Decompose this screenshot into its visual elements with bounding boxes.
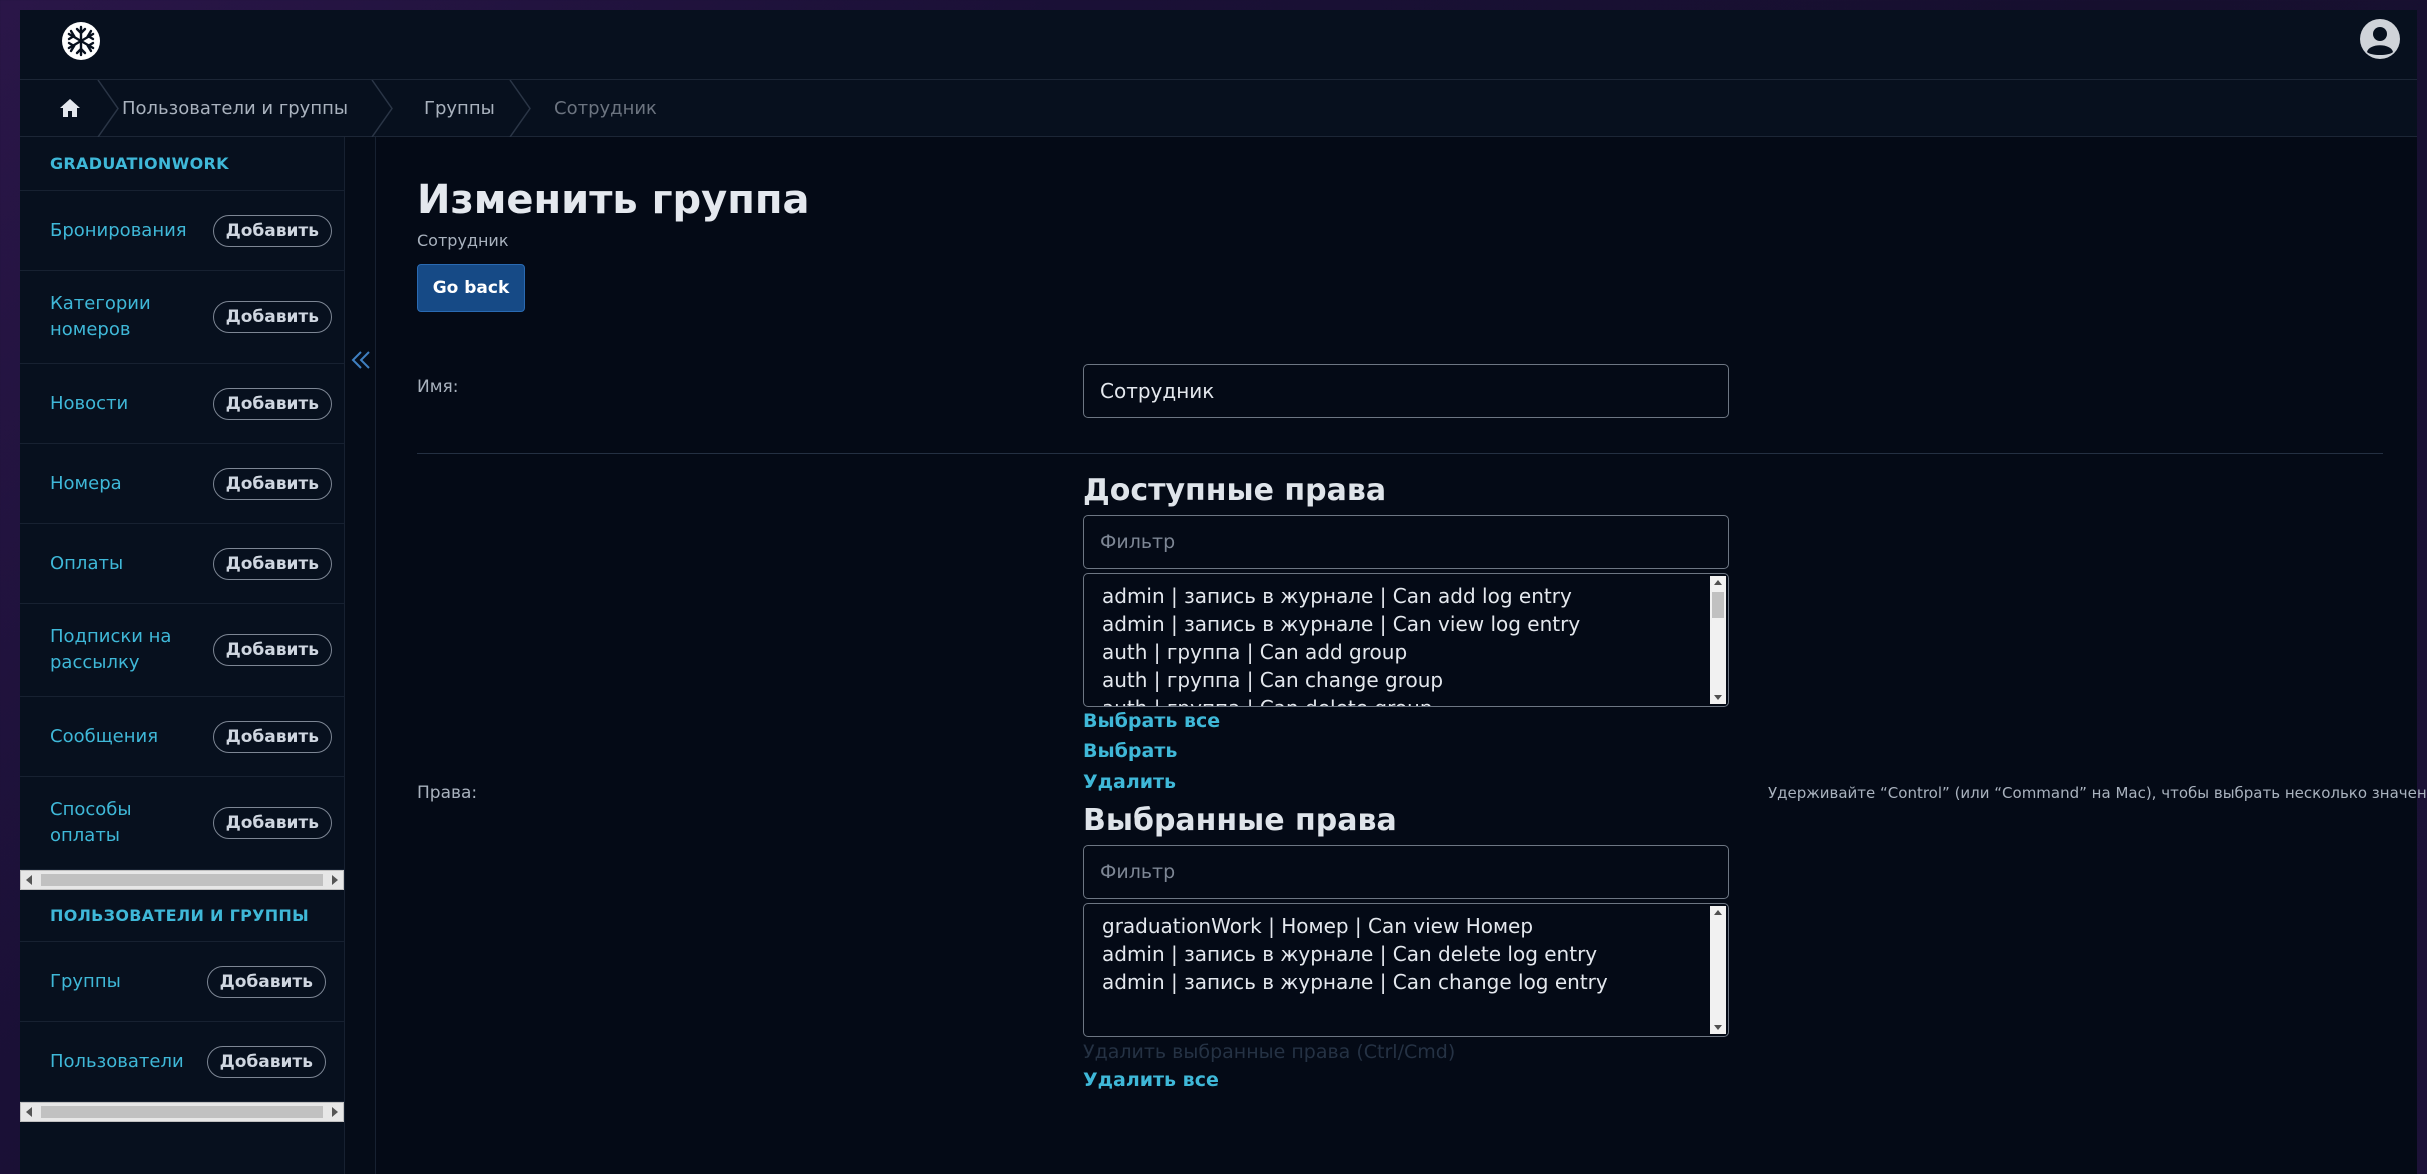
sidebar-item-label[interactable]: Сообщения <box>50 724 158 750</box>
double-chevron-left-icon[interactable] <box>350 349 372 371</box>
breadcrumb-label: Сотрудник <box>554 97 657 119</box>
scroll-right-arrow-icon[interactable] <box>332 875 338 885</box>
scrollbar-thumb[interactable] <box>41 874 323 886</box>
app-window: Пользователи и группы Группы Сотрудник G… <box>20 10 2427 1174</box>
breadcrumb-label: Группы <box>424 97 495 119</box>
available-permissions-list[interactable]: admin | запись в журнале | Can add log e… <box>1083 573 1729 707</box>
sidebar-item-label[interactable]: Подписки на рассылку <box>50 624 200 676</box>
list-item[interactable]: admin | запись в журнале | Can view log … <box>1084 610 1728 638</box>
scroll-up-arrow-icon[interactable] <box>1714 580 1722 585</box>
sidebar-horizontal-scrollbar[interactable] <box>20 870 344 890</box>
sidebar-item-users[interactable]: Пользователи Добавить <box>20 1022 344 1102</box>
breadcrumb-users-groups[interactable]: Пользователи и группы <box>120 79 394 137</box>
breadcrumb-separator <box>97 79 119 137</box>
breadcrumb-separator <box>371 79 393 137</box>
remove-link[interactable]: Удалить <box>1083 771 1176 793</box>
sidebar-item-room-categories[interactable]: Категории номеров Добавить <box>20 271 344 364</box>
scroll-left-arrow-icon[interactable] <box>26 875 32 885</box>
sidebar-item-messages[interactable]: Сообщения Добавить <box>20 697 344 777</box>
sidebar-section-title[interactable]: ПОЛЬЗОВАТЕЛИ И ГРУППЫ <box>20 890 344 942</box>
scroll-left-arrow-icon[interactable] <box>26 1107 32 1117</box>
add-button[interactable]: Добавить <box>206 1045 326 1078</box>
add-button[interactable]: Добавить <box>212 387 332 420</box>
chosen-filter-input[interactable] <box>1083 845 1729 899</box>
scroll-right-arrow-icon[interactable] <box>332 1107 338 1117</box>
chosen-hint-text: Удалить выбранные права (Ctrl/Cmd) <box>1083 1041 1456 1063</box>
add-button[interactable]: Добавить <box>212 547 332 580</box>
scroll-up-arrow-icon[interactable] <box>1714 910 1722 915</box>
add-button[interactable]: Добавить <box>212 301 332 333</box>
breadcrumb-current: Сотрудник <box>532 80 697 137</box>
sidebar-item-groups[interactable]: Группы Добавить <box>20 942 344 1022</box>
add-button[interactable]: Добавить <box>212 214 332 247</box>
home-icon <box>60 99 80 117</box>
top-bar <box>20 10 2417 80</box>
sidebar-section-title[interactable]: GRADUATIONWORK <box>20 137 344 191</box>
vertical-scrollbar[interactable] <box>1710 906 1726 1034</box>
list-item[interactable]: graduationWork | Номер | Can view Номер <box>1084 912 1728 940</box>
sidebar-item-label[interactable]: Категории номеров <box>50 291 200 343</box>
list-item[interactable]: auth | группа | Can delete group <box>1084 694 1728 706</box>
name-label: Имя: <box>417 377 459 397</box>
sidebar-item-label[interactable]: Номера <box>50 471 122 497</box>
scrollbar-thumb[interactable] <box>41 1106 323 1118</box>
add-button[interactable]: Добавить <box>212 807 332 839</box>
sidebar-item-label[interactable]: Новости <box>50 391 128 417</box>
breadcrumb-label: Пользователи и группы <box>122 97 349 119</box>
user-account-icon[interactable] <box>2359 18 2401 60</box>
list-item[interactable]: admin | запись в журнале | Can add log e… <box>1084 582 1728 610</box>
breadcrumb-home[interactable] <box>20 79 120 137</box>
permissions-label: Права: <box>417 783 478 803</box>
add-button[interactable]: Добавить <box>212 467 332 500</box>
snowflake-logo-icon[interactable] <box>60 20 102 62</box>
sidebar-item-label[interactable]: Оплаты <box>50 551 123 577</box>
scroll-down-arrow-icon[interactable] <box>1714 1025 1722 1030</box>
breadcrumb-groups[interactable]: Группы <box>394 79 532 137</box>
sidebar-item-rooms[interactable]: Номера Добавить <box>20 444 344 524</box>
scroll-down-arrow-icon[interactable] <box>1714 695 1722 700</box>
sidebar-item-bookings[interactable]: Бронирования Добавить <box>20 191 344 271</box>
sidebar-item-label[interactable]: Группы <box>50 969 121 995</box>
page-subtitle: Сотрудник <box>417 231 509 250</box>
list-item[interactable]: auth | группа | Can change group <box>1084 666 1728 694</box>
select-all-link[interactable]: Выбрать все <box>1083 710 1220 732</box>
sidebar-item-news[interactable]: Новости Добавить <box>20 364 344 444</box>
vertical-scrollbar[interactable] <box>1710 576 1726 704</box>
sidebar-item-label[interactable]: Пользователи <box>50 1049 184 1075</box>
list-item[interactable]: auth | группа | Can add group <box>1084 638 1728 666</box>
sidebar-item-payments[interactable]: Оплаты Добавить <box>20 524 344 604</box>
sidebar-item-label[interactable]: Бронирования <box>50 218 187 244</box>
choose-link[interactable]: Выбрать <box>1083 740 1177 762</box>
sidebar-horizontal-scrollbar[interactable] <box>20 1102 344 1122</box>
add-button[interactable]: Добавить <box>212 634 332 666</box>
page-title: Изменить группа <box>417 177 810 223</box>
breadcrumb: Пользователи и группы Группы Сотрудник <box>20 79 2417 137</box>
form-divider <box>417 453 2383 454</box>
remove-all-link[interactable]: Удалить все <box>1083 1069 1219 1091</box>
sidebar: GRADUATIONWORK Бронирования Добавить Кат… <box>20 137 344 1174</box>
sidebar-toggle[interactable] <box>344 137 376 1174</box>
name-input[interactable] <box>1083 364 1729 418</box>
multi-select-help-text: Удерживайте “Control” (или “Command” на … <box>1768 784 2427 802</box>
go-back-button[interactable]: Go back <box>417 264 525 312</box>
add-button[interactable]: Добавить <box>206 965 326 998</box>
list-item[interactable]: admin | запись в журнале | Can change lo… <box>1084 968 1728 996</box>
breadcrumb-separator <box>509 79 531 137</box>
chosen-permissions-list[interactable]: graduationWork | Номер | Can view Номер … <box>1083 903 1729 1037</box>
sidebar-item-payment-methods[interactable]: Способы оплаты Добавить <box>20 777 344 870</box>
scrollbar-thumb[interactable] <box>1712 592 1724 618</box>
main-content: Изменить группа Сотрудник Go back Имя: Д… <box>417 137 2427 1174</box>
add-button[interactable]: Добавить <box>212 720 332 753</box>
chosen-permissions-title: Выбранные права <box>1083 803 1397 838</box>
list-item[interactable]: admin | запись в журнале | Can delete lo… <box>1084 940 1728 968</box>
available-filter-input[interactable] <box>1083 515 1729 569</box>
sidebar-item-subscriptions[interactable]: Подписки на рассылку Добавить <box>20 604 344 697</box>
sidebar-item-label[interactable]: Способы оплаты <box>50 797 200 849</box>
available-permissions-title: Доступные права <box>1083 473 1387 508</box>
